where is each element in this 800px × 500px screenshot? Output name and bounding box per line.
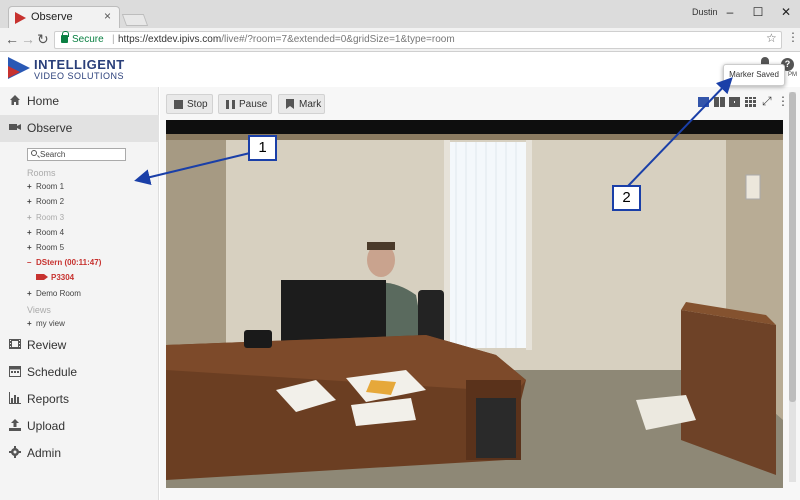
annotation-arrows: [134, 77, 733, 187]
arrow-to-sidebar: [134, 152, 251, 185]
callout-2: 2: [612, 185, 641, 211]
callout-1: 1: [248, 135, 277, 161]
arrow-to-toast: [627, 77, 733, 187]
